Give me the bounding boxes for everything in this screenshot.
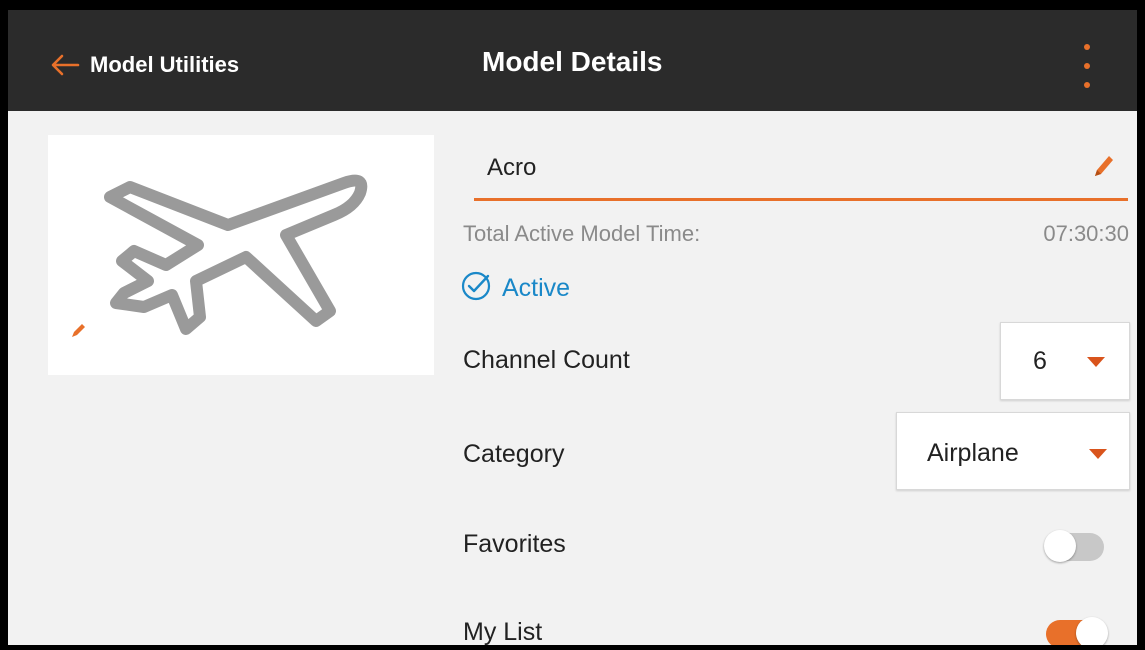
category-value: Airplane xyxy=(927,439,1019,467)
favorites-toggle[interactable] xyxy=(1044,530,1104,562)
my-list-toggle[interactable] xyxy=(1046,617,1108,645)
edit-image-icon[interactable] xyxy=(70,323,86,344)
airplane-icon xyxy=(104,174,368,335)
active-label: Active xyxy=(502,274,571,302)
check-circle-icon xyxy=(460,270,492,307)
screen: Model Utilities Model Details Acro Total… xyxy=(8,10,1137,645)
header-bar: Model Utilities Model Details xyxy=(8,10,1137,111)
back-label: Model Utilities xyxy=(90,52,240,77)
active-status: Active xyxy=(460,270,570,307)
active-time-value: 07:30:30 xyxy=(1043,221,1129,246)
caret-down-icon xyxy=(1087,357,1105,367)
channel-count-dropdown[interactable]: 6 xyxy=(1000,322,1130,400)
model-name-value: Acro xyxy=(487,154,537,181)
arrow-left-icon xyxy=(50,54,80,76)
my-list-label: My List xyxy=(463,618,543,645)
channel-count-label: Channel Count xyxy=(463,346,630,374)
caret-down-icon xyxy=(1089,449,1107,459)
page-title: Model Details xyxy=(482,46,663,77)
toggle-knob xyxy=(1044,530,1076,562)
category-label: Category xyxy=(463,440,565,468)
model-image[interactable] xyxy=(48,135,434,375)
pencil-icon[interactable] xyxy=(1092,154,1114,183)
category-dropdown[interactable]: Airplane xyxy=(896,412,1130,490)
back-button[interactable]: Model Utilities xyxy=(50,48,239,82)
favorites-label: Favorites xyxy=(463,530,566,558)
channel-count-value: 6 xyxy=(1033,347,1047,375)
toggle-knob xyxy=(1076,617,1108,645)
model-name-field[interactable]: Acro xyxy=(474,140,1128,201)
active-time-label: Total Active Model Time: xyxy=(463,221,701,246)
more-vertical-icon[interactable] xyxy=(1072,44,1102,88)
